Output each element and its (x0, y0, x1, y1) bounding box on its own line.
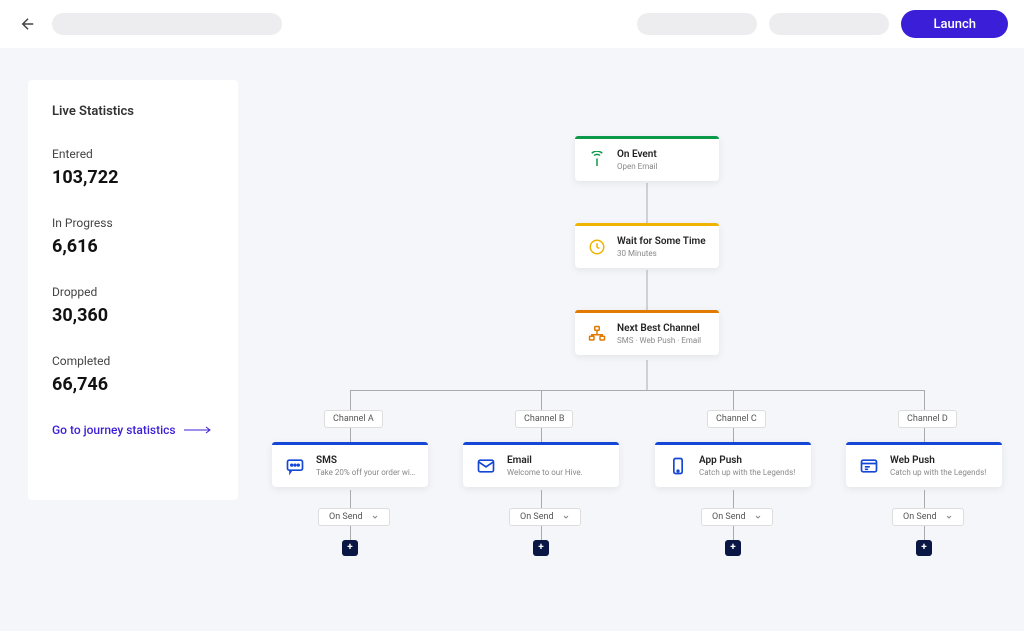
channel-sms[interactable]: SMS Take 20% off your order with code ..… (272, 442, 428, 487)
stat-entered: Entered 103,722 (52, 147, 214, 188)
add-step-button-a[interactable] (342, 540, 358, 556)
node-on-event[interactable]: On Event Open Email (575, 136, 719, 181)
channel-web-push[interactable]: Web Push Catch up with the Legends! (846, 442, 1002, 487)
connector (350, 390, 351, 410)
chevron-down-icon (754, 513, 762, 521)
stats-panel: Live Statistics Entered 103,722 In Progr… (28, 80, 238, 500)
stat-dropped: Dropped 30,360 (52, 285, 214, 326)
branch-icon (587, 324, 607, 344)
on-send-dropdown-d[interactable]: On Send (892, 508, 964, 526)
channel-tag-d: Channel D (898, 410, 957, 428)
channel-tag-a: Channel A (324, 410, 383, 428)
chevron-down-icon (371, 513, 379, 521)
chevron-down-icon (562, 513, 570, 521)
mobile-icon (667, 455, 689, 477)
connector (541, 390, 542, 410)
action-placeholder-2 (769, 13, 889, 35)
connector (733, 390, 734, 410)
back-button[interactable] (16, 12, 40, 36)
stat-in-progress: In Progress 6,616 (52, 216, 214, 257)
connector (350, 390, 924, 391)
connector (647, 360, 648, 390)
channel-tag-b: Channel B (515, 410, 573, 428)
stat-completed: Completed 66,746 (52, 354, 214, 395)
add-step-button-b[interactable] (533, 540, 549, 556)
flow-canvas: On Event Open Email Wait for Some Time 3… (270, 80, 1024, 631)
sms-icon (284, 455, 306, 477)
launch-button[interactable]: Launch (901, 10, 1008, 38)
stats-title: Live Statistics (52, 104, 214, 119)
channel-app-push[interactable]: App Push Catch up with the Legends! (655, 442, 811, 487)
add-step-button-d[interactable] (916, 540, 932, 556)
chevron-down-icon (945, 513, 953, 521)
connector (924, 390, 925, 410)
channel-email[interactable]: Email Welcome to our Hive. (463, 442, 619, 487)
connector (647, 183, 648, 223)
node-wait[interactable]: Wait for Some Time 30 Minutes (575, 223, 719, 268)
header: Launch (0, 0, 1024, 48)
add-step-button-c[interactable] (725, 540, 741, 556)
action-placeholder-1 (637, 13, 757, 35)
browser-icon (858, 455, 880, 477)
antenna-icon (587, 150, 607, 170)
connector (647, 270, 648, 310)
clock-icon (587, 237, 607, 257)
on-send-dropdown-c[interactable]: On Send (701, 508, 773, 526)
on-send-dropdown-a[interactable]: On Send (318, 508, 390, 526)
stats-link[interactable]: Go to journey statistics (52, 423, 214, 437)
email-icon (475, 455, 497, 477)
channel-tag-c: Channel C (707, 410, 766, 428)
title-placeholder (52, 13, 282, 35)
on-send-dropdown-b[interactable]: On Send (509, 508, 581, 526)
node-next-best-channel[interactable]: Next Best Channel SMS · Web Push · Email (575, 310, 719, 355)
